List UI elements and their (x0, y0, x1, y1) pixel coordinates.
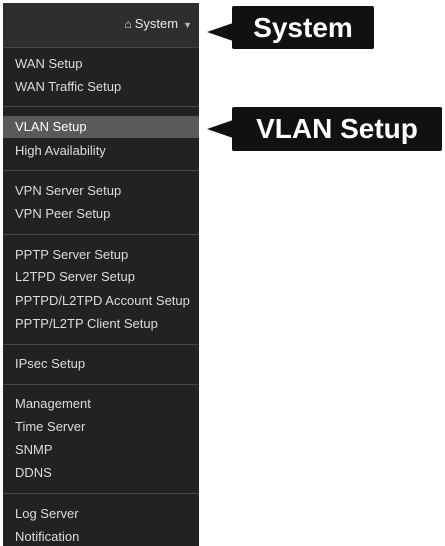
home-icon: ⌂ (124, 17, 132, 31)
menu-item-pptpd-l2tpd-account-setup[interactable]: PPTPD/L2TPD Account Setup (3, 290, 199, 312)
menu-item-ipsec-setup[interactable]: IPsec Setup (3, 353, 199, 375)
menu-divider (3, 170, 199, 171)
system-menu-label: System (134, 16, 179, 31)
menu-divider (3, 384, 199, 385)
menu-item-management[interactable]: Management (3, 393, 199, 415)
menu-header: ⌂ System ▼ (3, 3, 199, 48)
menu-divider (3, 106, 199, 107)
menu-item-notification[interactable]: Notification (3, 526, 199, 546)
menu-item-l2tpd-server-setup[interactable]: L2TPD Server Setup (3, 266, 199, 288)
menu-item-vpn-server-setup[interactable]: VPN Server Setup (3, 180, 199, 202)
callout-system: System (232, 6, 374, 49)
menu-divider (3, 493, 199, 494)
menu-item-pptp-server-setup[interactable]: PPTP Server Setup (3, 244, 199, 266)
menu-divider (3, 234, 199, 235)
menu-item-wan-setup[interactable]: WAN Setup (3, 53, 199, 75)
menu-divider (3, 344, 199, 345)
callout-pointer-arrow (207, 23, 233, 41)
system-menu-button[interactable]: ⌂ System ▼ (124, 16, 192, 33)
caret-down-icon: ▼ (183, 20, 192, 30)
menu-item-ddns[interactable]: DDNS (3, 462, 199, 484)
callout-pointer-arrow (207, 120, 233, 138)
callout-vlan-setup: VLAN Setup (232, 107, 442, 151)
menu-item-time-server[interactable]: Time Server (3, 416, 199, 438)
menu-item-vlan-setup[interactable]: VLAN Setup (3, 116, 199, 138)
system-dropdown-menu: ⌂ System ▼ WAN Setup WAN Traffic Setup VLA… (3, 3, 199, 546)
menu-item-pptp-l2tp-client-setup[interactable]: PPTP/L2TP Client Setup (3, 313, 199, 335)
menu-item-snmp[interactable]: SNMP (3, 439, 199, 461)
menu-item-high-availability[interactable]: High Availability (3, 140, 199, 162)
menu-item-wan-traffic-setup[interactable]: WAN Traffic Setup (3, 76, 199, 98)
menu-item-vpn-peer-setup[interactable]: VPN Peer Setup (3, 203, 199, 225)
menu-item-log-server[interactable]: Log Server (3, 503, 199, 525)
